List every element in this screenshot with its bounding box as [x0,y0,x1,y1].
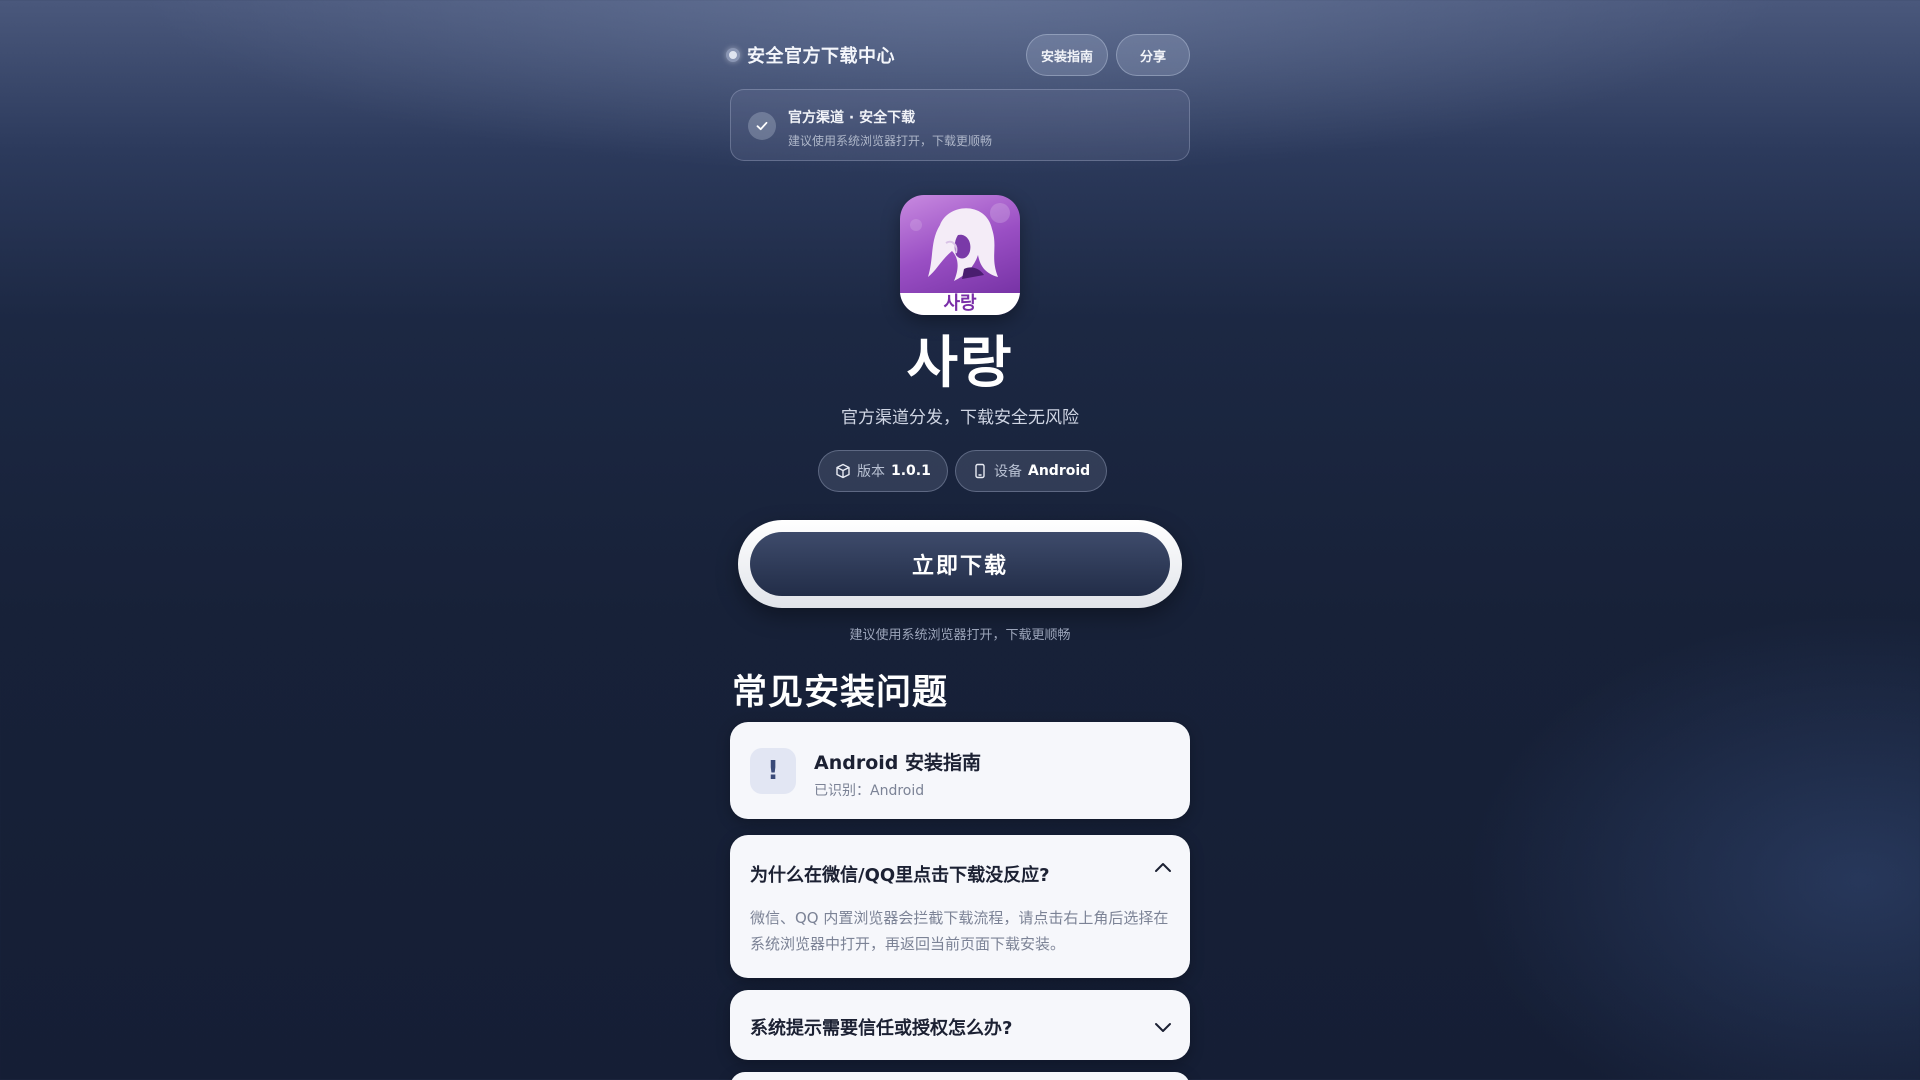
device-label: 设备 [994,464,1022,480]
device-chip: 设备 Android [955,450,1108,492]
alert-icon: ! [750,748,796,794]
brand-title: 安全官方下载中心 [747,46,895,67]
android-guide-card[interactable]: ! Android 安装指南 已识别：Android [730,722,1190,819]
faq-item[interactable]: 为什么在微信/QQ里点击下载没反应? 微信、QQ 内置浏览器会拦截下载流程，请点… [730,835,1190,978]
device-value: Android [1028,463,1091,479]
status-dot-icon [726,48,740,62]
faq-item-partial[interactable] [730,1072,1190,1080]
faq-answer: 微信、QQ 内置浏览器会拦截下载流程，请点击右上角后选择在系统浏览器中打开，再返… [750,909,1169,953]
safety-subtitle: 建议使用系统浏览器打开，下载更顺畅 [788,134,993,148]
download-button[interactable]: 立即下载 [750,532,1170,596]
app-icon: 사랑 [900,195,1020,315]
check-icon [748,112,776,140]
app-name: 사랑 [906,331,1014,396]
share-button[interactable]: 分享 [1116,34,1190,76]
phone-icon [975,463,985,479]
guide-subtitle: 已识别：Android [814,783,925,799]
app-icon-label: 사랑 [943,293,977,314]
version-chip: 版本 1.0.1 [818,450,948,492]
chevron-up-icon[interactable] [1152,857,1174,879]
page-column: 安全官方下载中心 安装指南 分享 官方渠道 · 安全下载 建议使用系统浏览器打开… [726,0,1190,1080]
faq-question[interactable]: 为什么在微信/QQ里点击下载没反应? [750,861,1050,887]
chevron-down-icon[interactable] [1152,1016,1174,1038]
safety-banner: 官方渠道 · 安全下载 建议使用系统浏览器打开，下载更顺畅 [730,89,1190,161]
version-value: 1.0.1 [891,463,931,479]
faq-question[interactable]: 系统提示需要信任或授权怎么办? [750,1014,1012,1040]
download-button-frame: 立即下载 [738,520,1182,608]
download-hint: 建议使用系统浏览器打开，下载更顺畅 [849,628,1071,643]
faq-heading: 常见安装问题 [732,673,949,713]
install-guide-button[interactable]: 安装指南 [1026,34,1108,76]
app-tagline: 官方渠道分发，下载安全无风险 [841,408,1079,428]
box-icon [836,463,850,479]
safety-title: 官方渠道 · 安全下载 [788,110,916,126]
version-label: 版本 [857,464,885,480]
brand-header: 安全官方下载中心 [726,34,895,76]
faq-item[interactable]: 系统提示需要信任或授权怎么办? [730,990,1190,1060]
guide-title: Android 安装指南 [814,752,981,774]
